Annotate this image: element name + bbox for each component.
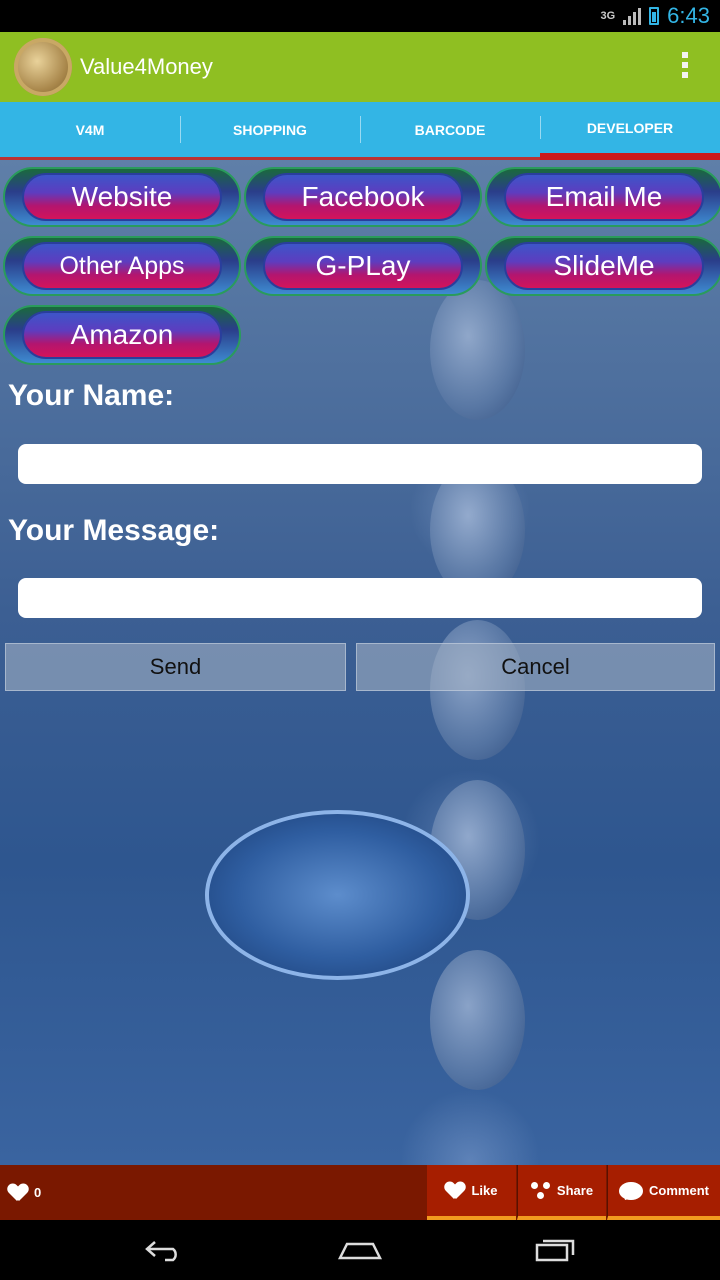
coin-image [430, 950, 525, 1090]
battery-icon [649, 7, 660, 25]
heart-icon [445, 1182, 465, 1200]
slideme-button[interactable]: SlideMe [485, 236, 720, 296]
coin-image [430, 280, 525, 420]
like-counter: 0 [8, 1165, 41, 1220]
website-button-label: Website [22, 173, 222, 221]
status-bar: 3G 6:43 [0, 0, 720, 32]
name-input[interactable] [18, 444, 702, 484]
amazon-button-label: Amazon [22, 311, 222, 359]
recent-apps-icon[interactable] [510, 1220, 600, 1280]
like-button[interactable]: Like [427, 1165, 516, 1220]
comment-button-label: Comment [649, 1183, 709, 1198]
share-icon [530, 1181, 551, 1200]
email-me-button-label: Email Me [504, 173, 704, 221]
amazon-button[interactable]: Amazon [3, 305, 241, 365]
share-button[interactable]: Share [517, 1165, 606, 1220]
other-apps-button[interactable]: Other Apps [3, 236, 241, 296]
network-type-label: 3G [600, 10, 616, 22]
app-logo-icon[interactable] [14, 38, 72, 96]
send-button[interactable]: Send [5, 643, 346, 691]
app-title: Value4Money [80, 54, 213, 79]
tab-bar: V4M SHOPPING BARCODE DEVELOPER [0, 102, 720, 160]
website-button[interactable]: Website [3, 167, 241, 227]
tab-developer[interactable]: DEVELOPER [540, 102, 720, 160]
like-count-value: 0 [34, 1185, 42, 1200]
social-bar: 0 Like Share Comment [0, 1165, 720, 1220]
message-input[interactable] [18, 578, 702, 618]
tab-barcode[interactable]: BARCODE [360, 102, 540, 160]
signal-icon [623, 7, 642, 25]
back-icon[interactable] [120, 1220, 210, 1280]
facebook-button-label: Facebook [263, 173, 463, 221]
slideme-button-label: SlideMe [504, 242, 704, 290]
message-label: Your Message: [8, 514, 220, 547]
g-play-button-label: G-PLay [263, 242, 463, 290]
system-nav-bar [0, 1220, 720, 1280]
heart-icon [8, 1184, 28, 1202]
like-button-label: Like [471, 1183, 498, 1198]
comment-bubble-icon [619, 1181, 644, 1200]
email-me-button[interactable]: Email Me [485, 167, 720, 227]
action-bar: Value4Money [0, 32, 720, 102]
tab-shopping[interactable]: SHOPPING [180, 102, 360, 160]
name-label: Your Name: [8, 379, 175, 412]
g-play-button[interactable]: G-PLay [244, 236, 482, 296]
other-apps-button-label: Other Apps [22, 242, 222, 290]
share-button-label: Share [556, 1183, 594, 1198]
coin-image [205, 810, 470, 980]
cancel-button[interactable]: Cancel [356, 643, 715, 691]
home-icon[interactable] [315, 1220, 405, 1280]
facebook-button[interactable]: Facebook [244, 167, 482, 227]
tab-v4m[interactable]: V4M [0, 102, 180, 160]
comment-button[interactable]: Comment [607, 1165, 720, 1220]
overflow-menu-icon[interactable] [682, 52, 688, 78]
status-time: 6:43 [667, 3, 710, 28]
